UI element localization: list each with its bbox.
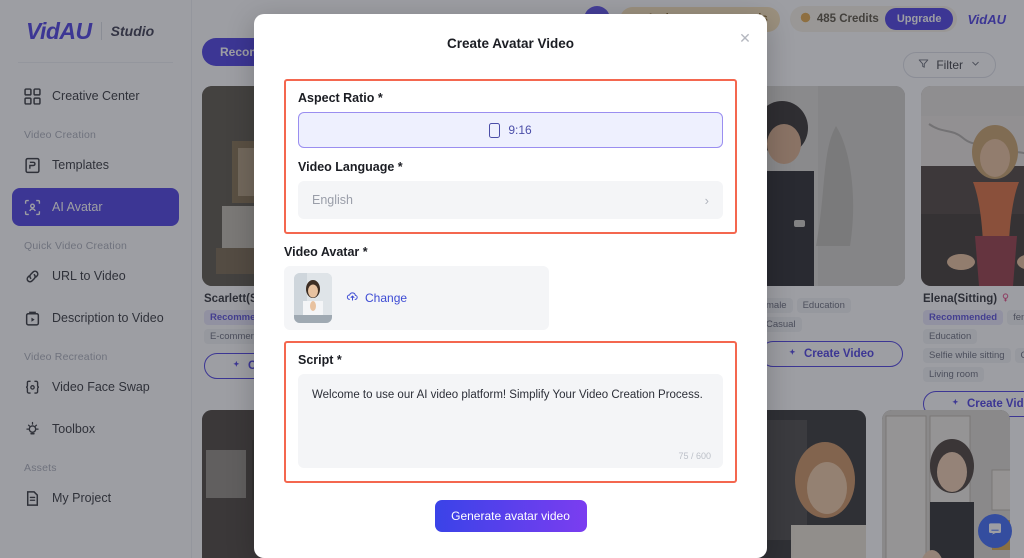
video-language-value: English (312, 193, 353, 207)
change-avatar-label: Change (365, 291, 408, 305)
highlight-box-settings: Aspect Ratio * 9:16 Video Language * Eng… (284, 79, 737, 234)
script-label: Script * (298, 353, 342, 367)
modal-title: Create Avatar Video (446, 36, 575, 51)
aspect-ratio-value: 9:16 (508, 123, 532, 137)
video-avatar-label: Video Avatar * (284, 245, 368, 259)
selected-avatar-thumbnail[interactable] (294, 273, 332, 323)
generate-avatar-video-button[interactable]: Generate avatar video (434, 500, 587, 532)
change-avatar-button[interactable]: Change (346, 290, 407, 306)
aspect-ratio-label: Aspect Ratio * (298, 91, 383, 105)
highlight-box-script: Script * Welcome to use our AI video pla… (284, 341, 737, 483)
video-avatar-selector[interactable]: Change (284, 266, 549, 330)
screen-root: VidAU Studio Creative Center Video Creat… (0, 0, 1024, 558)
video-avatar-section: Video Avatar * Change (284, 245, 737, 330)
portrait-frame-icon (489, 122, 501, 138)
script-text: Welcome to use our AI video platform! Si… (312, 389, 703, 401)
close-icon[interactable]: ✕ (737, 30, 753, 46)
avatar-preview-image (294, 273, 332, 323)
aspect-ratio-option-9-16[interactable]: 9:16 (298, 112, 723, 148)
chevron-right-icon: › (704, 192, 709, 208)
upload-cloud-icon (346, 290, 359, 306)
create-avatar-video-modal: Create Avatar Video ✕ Aspect Ratio * 9:1… (254, 14, 767, 558)
modal-body: Aspect Ratio * 9:16 Video Language * Eng… (254, 51, 767, 483)
video-language-select[interactable]: English › (298, 181, 723, 219)
script-character-counter: 75 / 600 (678, 451, 711, 461)
modal-footer: Generate avatar video (254, 500, 767, 532)
video-language-label: Video Language * (298, 160, 403, 174)
script-input[interactable]: Welcome to use our AI video platform! Si… (298, 374, 723, 468)
